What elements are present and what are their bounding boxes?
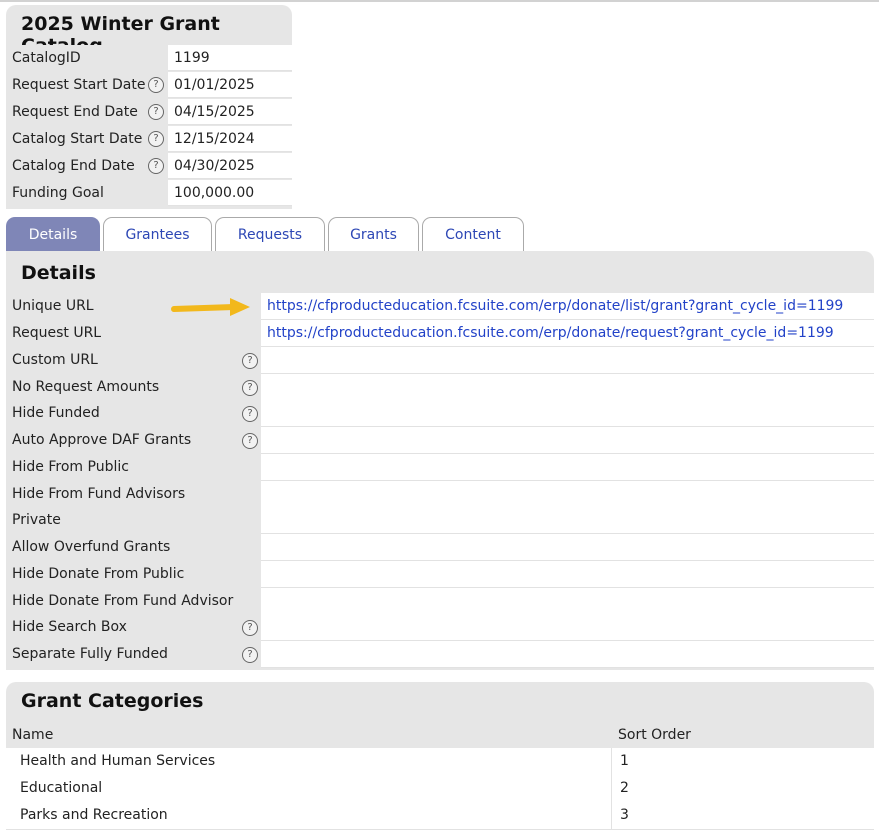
catalog-field-value: 12/15/2024 — [168, 126, 292, 152]
details-field-row: Hide From Fund Advisors — [6, 481, 874, 508]
category-name: Health and Human Services — [20, 753, 216, 769]
details-field-row: No Request Amounts? — [6, 374, 874, 401]
catalog-field-row: Catalog End Date 04/30/2025? — [6, 153, 292, 179]
col-sort-order-header: Sort Order — [618, 727, 691, 743]
details-field-row: Unique URL https://cfproducteducation.fcs… — [6, 293, 874, 320]
details-field-label: Hide Donate From Public — [6, 561, 267, 588]
catalog-field-row: Request Start Date 01/01/2025? — [6, 72, 292, 98]
catalog-field-label: Funding Goal — [6, 180, 174, 206]
catalog-field-value: 1199 — [168, 45, 292, 71]
details-field-row: Hide Funded? — [6, 400, 874, 427]
details-field-label: Hide Search Box — [6, 614, 267, 641]
details-field-label: Request URL — [6, 320, 267, 347]
details-field-value — [261, 588, 874, 615]
details-field-value — [261, 347, 874, 374]
question-circle-icon[interactable]: ? — [242, 406, 258, 422]
col-name-header: Name — [12, 727, 54, 743]
catalog-field-row: Funding Goal 100,000.00 — [6, 180, 292, 206]
details-field-value — [261, 561, 874, 588]
catalog-field-row: Catalog Start Date 12/15/2024? — [6, 126, 292, 152]
arrow-right-icon — [171, 298, 250, 316]
question-circle-icon[interactable]: ? — [148, 158, 164, 174]
catalog-field-value: 100,000.00 — [168, 180, 292, 206]
details-field-value[interactable]: https://cfproducteducation.fcsuite.com/e… — [261, 320, 874, 347]
details-field-row: Request URL https://cfproducteducation.fc… — [6, 320, 874, 347]
question-circle-icon[interactable]: ? — [148, 131, 164, 147]
grant-categories-title: Grant Categories — [21, 690, 204, 712]
question-circle-icon[interactable]: ? — [148, 104, 164, 120]
grant-categories-panel: Grant Categories — [6, 682, 874, 722]
category-sort-order: 1 — [611, 748, 629, 775]
details-field-label: No Request Amounts — [6, 374, 267, 401]
details-field-row: Hide Search Box? — [6, 614, 874, 641]
catalog-field-row: CatalogID 1199 — [6, 45, 292, 71]
catalog-field-label: CatalogID — [6, 45, 174, 71]
category-row[interactable]: Parks and Recreation 3 — [6, 802, 874, 830]
details-field-row: Hide Donate From Fund Advisor — [6, 588, 874, 615]
catalog-field-value: 01/01/2025 — [168, 72, 292, 98]
question-circle-icon[interactable]: ? — [242, 647, 258, 663]
details-field-value — [261, 400, 874, 427]
category-sort-order: 3 — [611, 802, 629, 829]
question-circle-icon[interactable]: ? — [242, 380, 258, 396]
categories-header-row: Name Sort Order — [6, 722, 874, 748]
tab-grantees[interactable]: Grantees — [103, 217, 212, 251]
details-field-row: Allow Overfund Grants — [6, 534, 874, 561]
details-field-row: Auto Approve DAF Grants? — [6, 427, 874, 454]
catalog-field-row: Request End Date 04/15/2025? — [6, 99, 292, 125]
category-sort-order: 2 — [611, 775, 629, 802]
details-field-value[interactable]: https://cfproducteducation.fcsuite.com/e… — [261, 293, 874, 320]
details-field-label: Hide From Public — [6, 454, 267, 481]
details-field-row: Custom URL? — [6, 347, 874, 374]
details-field-label: Hide Funded — [6, 400, 267, 427]
details-field-label: Auto Approve DAF Grants — [6, 427, 267, 454]
details-field-label: Separate Fully Funded — [6, 641, 267, 668]
tab-details[interactable]: Details — [6, 217, 100, 251]
question-circle-icon[interactable]: ? — [242, 353, 258, 369]
details-title: Details — [21, 262, 96, 284]
question-circle-icon[interactable]: ? — [148, 77, 164, 93]
details-field-value — [261, 534, 874, 561]
details-field-label: Hide Donate From Fund Advisor — [6, 588, 267, 615]
details-field-row: Private — [6, 507, 874, 534]
catalog-field-value: 04/30/2025 — [168, 153, 292, 179]
details-field-value — [261, 614, 874, 641]
details-field-value — [261, 454, 874, 481]
catalog-field-value: 04/15/2025 — [168, 99, 292, 125]
details-field-row: Separate Fully Funded? — [6, 641, 874, 669]
request-url-link[interactable]: https://cfproducteducation.fcsuite.com/e… — [267, 325, 834, 341]
details-field-row: Hide From Public — [6, 454, 874, 481]
category-row[interactable]: Health and Human Services 1 — [6, 748, 874, 776]
details-field-value — [261, 427, 874, 454]
tab-content[interactable]: Content — [422, 217, 524, 251]
details-field-value — [261, 641, 874, 668]
unique-url-link[interactable]: https://cfproducteducation.fcsuite.com/e… — [267, 298, 843, 314]
details-field-value — [261, 481, 874, 508]
details-field-label: Custom URL — [6, 347, 267, 374]
tab-requests[interactable]: Requests — [215, 217, 325, 251]
category-name: Educational — [20, 780, 103, 796]
tab-grants[interactable]: Grants — [328, 217, 419, 251]
details-field-row: Hide Donate From Public — [6, 561, 874, 588]
details-field-label: Private — [6, 507, 267, 534]
details-field-value — [261, 507, 874, 534]
details-field-label: Allow Overfund Grants — [6, 534, 267, 561]
question-circle-icon[interactable]: ? — [242, 620, 258, 636]
category-name: Parks and Recreation — [20, 807, 168, 823]
question-circle-icon[interactable]: ? — [242, 433, 258, 449]
details-field-value — [261, 374, 874, 401]
details-field-label: Hide From Fund Advisors — [6, 481, 267, 508]
category-row[interactable]: Educational 2 — [6, 775, 874, 803]
